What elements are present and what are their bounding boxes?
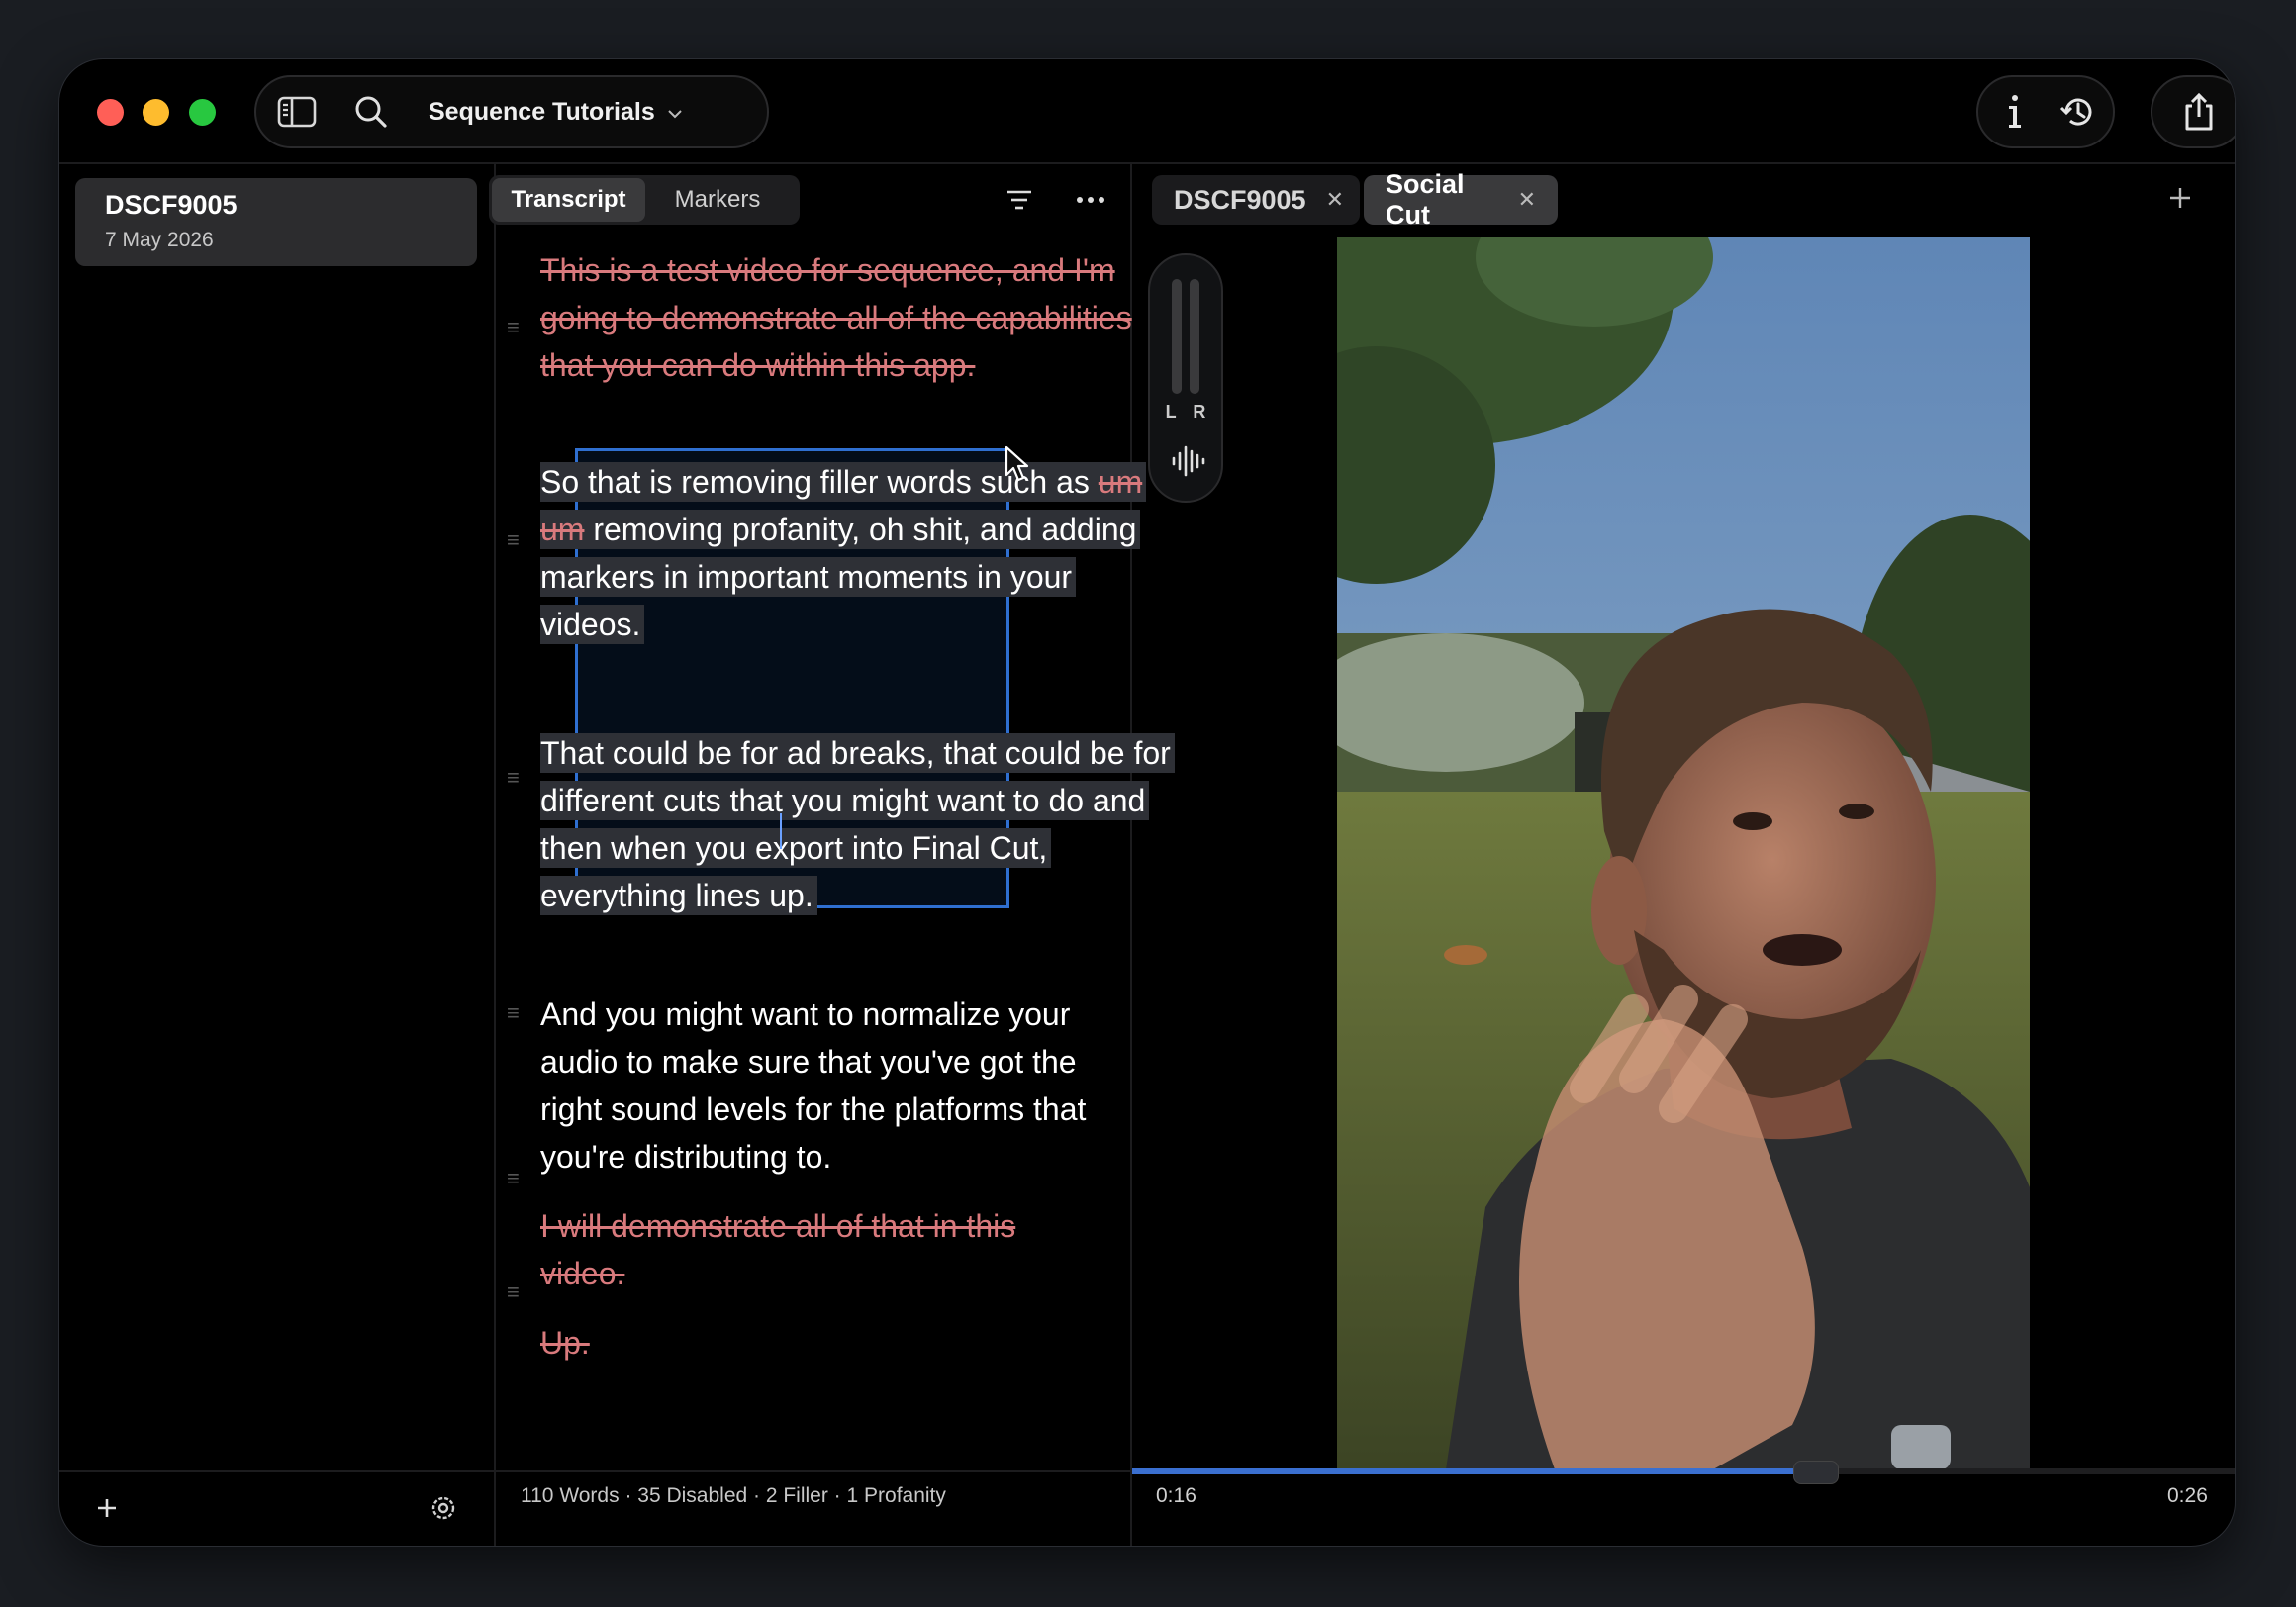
- drag-handle-icon[interactable]: ≡: [507, 1168, 525, 1189]
- tab-social-cut[interactable]: Social Cut ✕: [1364, 169, 1558, 230]
- plus-icon[interactable]: [2167, 178, 2193, 220]
- tab-label: Social Cut: [1386, 169, 1465, 230]
- transcript-stats: 110 Words · 35 Disabled · 2 Filler · 1 P…: [521, 1484, 946, 1507]
- tab-dscf9005[interactable]: DSCF9005 ✕: [1152, 175, 1360, 225]
- add-icon[interactable]: [91, 1492, 123, 1524]
- current-time: 0:16: [1156, 1484, 1196, 1507]
- tab-transcript[interactable]: Transcript: [492, 178, 645, 222]
- toolbar-divider: [59, 162, 2235, 164]
- toolbar-right-group: [1976, 75, 2115, 148]
- drag-handle-icon[interactable]: ≡: [507, 317, 525, 338]
- drag-handle-icon[interactable]: ≡: [507, 767, 525, 789]
- drag-handle-icon[interactable]: ≡: [507, 529, 525, 551]
- tab-label: DSCF9005: [1174, 184, 1306, 215]
- project-selector[interactable]: Sequence Tutorials: [429, 77, 683, 146]
- sidebar-divider: [494, 163, 496, 1546]
- app-window: Sequence Tutorials DSCF9005 7 May 2026 T…: [59, 59, 2235, 1546]
- mouse-pointer-icon: [1004, 445, 1030, 488]
- transcript-paragraph[interactable]: And you might want to normalize your aud…: [540, 991, 1134, 1181]
- footer-divider: [59, 1470, 1130, 1472]
- project-name-label: Sequence Tutorials: [429, 97, 655, 126]
- filter-icon[interactable]: [1002, 182, 1037, 218]
- paragraph-text: removing profanity, oh shit, and adding …: [540, 512, 1137, 642]
- transcript-paragraph[interactable]: So that is removing filler words such as…: [540, 458, 1174, 648]
- history-icon[interactable]: [2056, 89, 2101, 135]
- meter-right-bar: [1190, 279, 1199, 394]
- transcript-paragraph[interactable]: Up.: [540, 1319, 1114, 1367]
- video-preview[interactable]: [1337, 237, 2030, 1469]
- total-time: 0:26: [2167, 1484, 2208, 1507]
- sidebar-item-date: 7 May 2026: [105, 229, 214, 251]
- paragraph-text: And you might want to normalize your aud…: [540, 996, 1087, 1175]
- text-caret: [780, 813, 782, 849]
- more-icon[interactable]: [1071, 182, 1110, 218]
- tab-markers[interactable]: Markers: [645, 178, 790, 222]
- panel-tab-switcher: Transcript Markers: [489, 175, 800, 225]
- info-icon[interactable]: [1992, 89, 2038, 135]
- paragraph-text: Up.: [540, 1325, 590, 1361]
- paragraph-text: This is a test video for sequence, and I…: [540, 252, 1132, 383]
- waveform-icon[interactable]: [1168, 441, 1207, 481]
- sidebar-item-title: DSCF9005: [105, 190, 238, 220]
- close-window-button[interactable]: [97, 99, 124, 126]
- progress-fill: [1132, 1468, 1811, 1474]
- sidebar-item-dscf9005[interactable]: DSCF9005 7 May 2026: [75, 178, 477, 266]
- sidebar-toggle-icon[interactable]: [274, 91, 320, 133]
- toolbar-left-group: Sequence Tutorials: [254, 75, 769, 148]
- playhead-handle[interactable]: [1793, 1461, 1839, 1484]
- transcript-paragraph[interactable]: This is a test video for sequence, and I…: [540, 246, 1174, 389]
- meter-left-bar: [1172, 279, 1182, 394]
- audio-meter: L R: [1148, 253, 1223, 503]
- close-icon[interactable]: ✕: [1518, 187, 1536, 213]
- meter-channel-labels: L R: [1165, 402, 1212, 422]
- drag-handle-icon[interactable]: ≡: [507, 1281, 525, 1303]
- transcript-paragraph[interactable]: I will demonstrate all of that in this v…: [540, 1202, 1095, 1297]
- chevron-down-icon: [667, 98, 683, 127]
- transcript-paragraph[interactable]: That could be for ad breaks, that could …: [540, 729, 1175, 919]
- paragraph-text: I will demonstrate all of that in this v…: [540, 1208, 1016, 1291]
- playback-progress[interactable]: [1132, 1468, 2235, 1474]
- close-icon[interactable]: ✕: [1326, 187, 1344, 213]
- minimize-window-button[interactable]: [143, 99, 169, 126]
- drag-handle-icon[interactable]: ≡: [507, 1002, 525, 1024]
- share-group: [2151, 75, 2235, 148]
- paragraph-text: That could be for ad breaks, that could …: [540, 733, 1175, 915]
- share-icon[interactable]: [2176, 89, 2222, 135]
- zoom-window-button[interactable]: [189, 99, 216, 126]
- search-icon[interactable]: [349, 91, 393, 133]
- settings-icon[interactable]: [428, 1492, 459, 1524]
